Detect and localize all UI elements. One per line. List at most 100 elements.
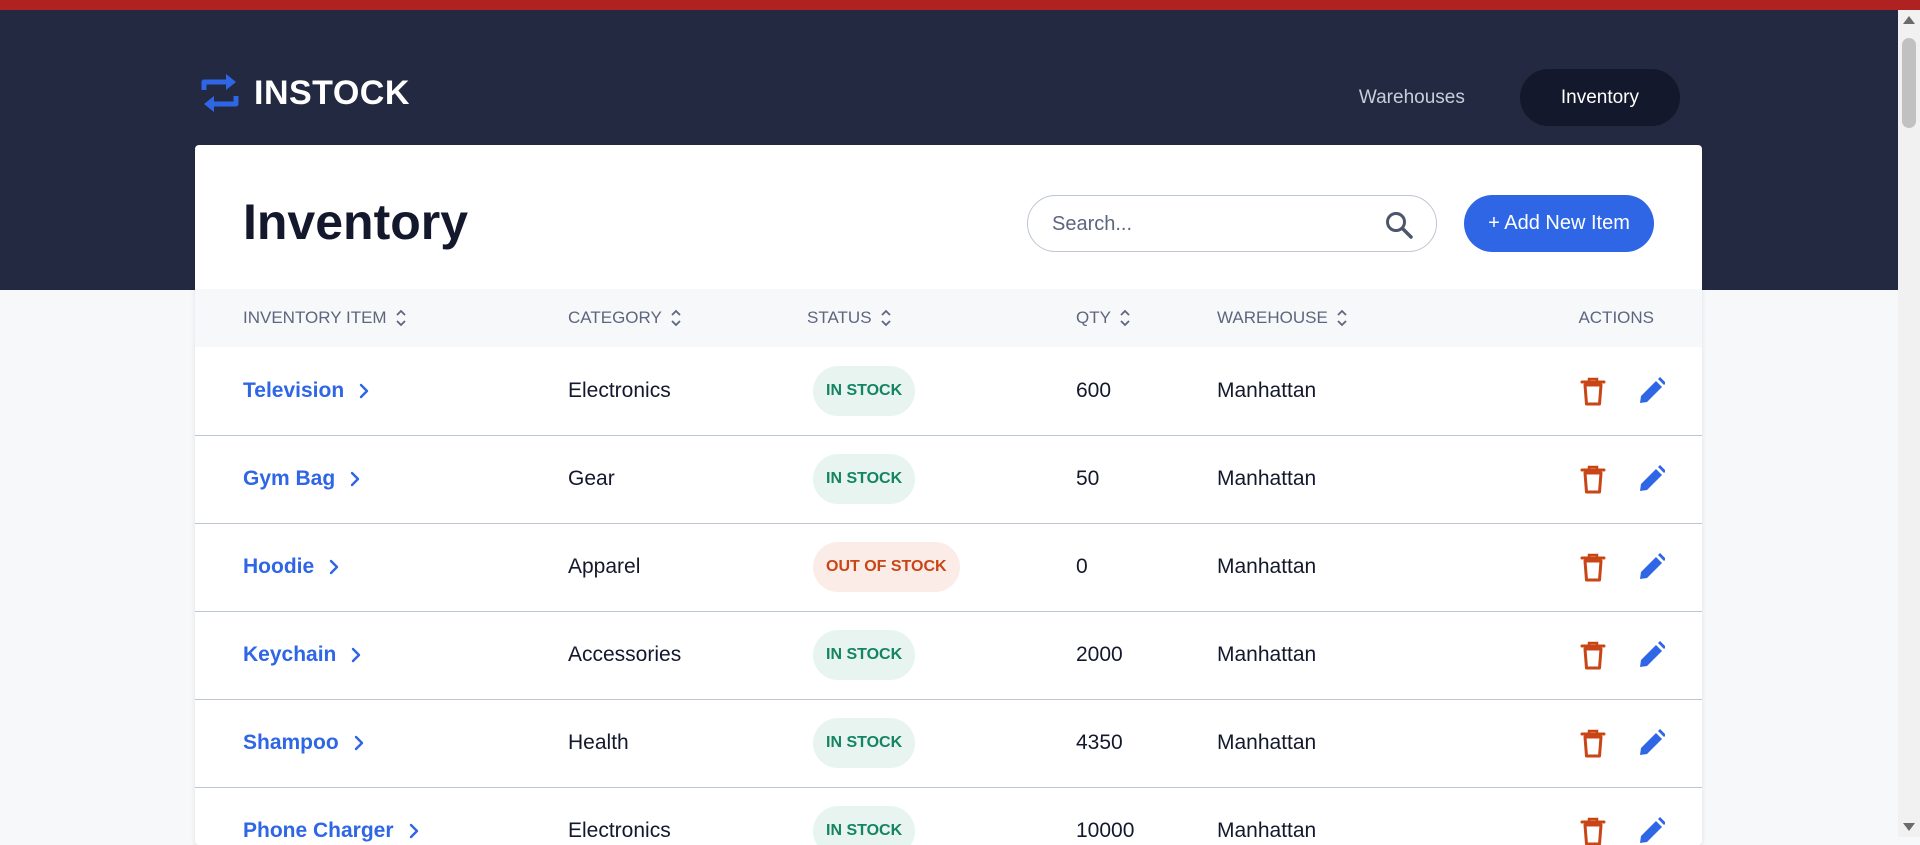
row-actions xyxy=(1579,523,1665,611)
search-input[interactable] xyxy=(1050,196,1374,253)
column-header-category[interactable]: CATEGORY xyxy=(568,289,682,347)
item-link[interactable]: Hoodie xyxy=(243,523,342,611)
sort-icon[interactable] xyxy=(880,309,892,327)
delete-icon[interactable] xyxy=(1579,552,1607,582)
row-actions xyxy=(1579,699,1665,787)
scroll-thumb[interactable] xyxy=(1902,38,1916,128)
chevron-right-icon xyxy=(354,735,363,751)
inventory-card: Inventory + Add New Item INVENTORY ITEM … xyxy=(195,145,1702,845)
item-category: Health xyxy=(568,731,629,754)
item-name: Phone Charger xyxy=(243,819,394,842)
status-cell: IN STOCK xyxy=(807,699,916,787)
item-qty: 600 xyxy=(1076,379,1112,402)
status-cell: IN STOCK xyxy=(807,611,916,699)
delete-icon[interactable] xyxy=(1579,376,1607,406)
item-warehouse: Manhattan xyxy=(1217,555,1317,578)
status-badge: IN STOCK xyxy=(813,718,916,768)
item-link[interactable]: Television xyxy=(243,347,372,435)
column-header-actions: ACTIONS xyxy=(1578,289,1654,347)
table-row: Phone Charger Electronics IN STOCK 10000 Man… xyxy=(195,787,1702,845)
page-title: Inventory xyxy=(243,194,469,250)
item-link[interactable]: Shampoo xyxy=(243,699,367,787)
status-cell: IN STOCK xyxy=(807,787,916,845)
add-new-item-button[interactable]: + Add New Item xyxy=(1464,195,1654,252)
item-category: Electronics xyxy=(568,379,671,402)
row-actions xyxy=(1579,787,1665,845)
column-header-inventory-item[interactable]: INVENTORY ITEM xyxy=(243,289,407,347)
column-header-qty[interactable]: QTY xyxy=(1076,289,1131,347)
table-row: Hoodie Apparel OUT OF STOCK 0 Manhattan xyxy=(195,523,1702,612)
row-actions xyxy=(1579,435,1665,523)
column-label: ACTIONS xyxy=(1578,308,1654,327)
delete-icon[interactable] xyxy=(1579,728,1607,758)
main-nav: Warehouses Inventory xyxy=(1318,69,1680,126)
edit-icon[interactable] xyxy=(1637,816,1665,845)
search-icon[interactable] xyxy=(1384,210,1414,240)
item-name: Keychain xyxy=(243,643,337,666)
status-badge: IN STOCK xyxy=(813,630,916,680)
item-qty: 0 xyxy=(1076,555,1088,578)
delete-icon[interactable] xyxy=(1579,640,1607,670)
scroll-down-arrow-icon[interactable] xyxy=(1903,823,1915,831)
delete-icon[interactable] xyxy=(1579,464,1607,494)
item-category: Gear xyxy=(568,467,615,490)
sort-icon[interactable] xyxy=(395,309,407,327)
logo[interactable]: INSTOCK xyxy=(200,72,410,114)
item-warehouse: Manhattan xyxy=(1217,731,1317,754)
status-badge: IN STOCK xyxy=(813,806,916,845)
table-header: INVENTORY ITEM CATEGORY STATUS QTY WAREH… xyxy=(195,289,1702,347)
browser-top-strip xyxy=(0,0,1920,10)
item-qty: 4350 xyxy=(1076,731,1123,754)
chevron-right-icon xyxy=(359,383,369,399)
item-name: Television xyxy=(243,379,345,402)
chevron-right-icon xyxy=(351,471,360,487)
column-header-status[interactable]: STATUS xyxy=(807,289,892,347)
column-label: WAREHOUSE xyxy=(1217,308,1328,327)
sort-icon[interactable] xyxy=(1119,309,1131,327)
swap-arrows-icon xyxy=(201,74,239,112)
page-scrollbar[interactable] xyxy=(1898,10,1920,837)
column-label: INVENTORY ITEM xyxy=(243,308,387,327)
edit-icon[interactable] xyxy=(1637,376,1665,406)
item-qty: 50 xyxy=(1076,467,1100,490)
item-warehouse: Manhattan xyxy=(1217,819,1317,842)
edit-icon[interactable] xyxy=(1637,464,1665,494)
column-label: CATEGORY xyxy=(568,308,662,327)
search-box xyxy=(1027,195,1437,253)
item-qty: 2000 xyxy=(1076,643,1123,666)
item-category: Apparel xyxy=(568,555,641,578)
column-header-warehouse[interactable]: WAREHOUSE xyxy=(1217,289,1348,347)
status-cell: IN STOCK xyxy=(807,347,916,435)
item-qty: 10000 xyxy=(1076,819,1135,842)
edit-icon[interactable] xyxy=(1637,640,1665,670)
nav-warehouses[interactable]: Warehouses xyxy=(1318,69,1506,126)
status-badge: IN STOCK xyxy=(813,454,916,504)
status-badge: OUT OF STOCK xyxy=(813,542,960,592)
sort-icon[interactable] xyxy=(1336,309,1348,327)
scroll-up-arrow-icon[interactable] xyxy=(1903,16,1915,24)
table-row: Shampoo Health IN STOCK 4350 Manhattan xyxy=(195,699,1702,788)
sort-icon[interactable] xyxy=(670,309,682,327)
column-label: QTY xyxy=(1076,308,1111,327)
item-category: Accessories xyxy=(568,643,682,666)
table-row: Keychain Accessories IN STOCK 2000 Manhattan xyxy=(195,611,1702,700)
item-warehouse: Manhattan xyxy=(1217,643,1317,666)
item-link[interactable]: Gym Bag xyxy=(243,435,363,523)
item-link[interactable]: Phone Charger xyxy=(243,787,422,845)
nav-inventory[interactable]: Inventory xyxy=(1519,69,1680,126)
item-warehouse: Manhattan xyxy=(1217,379,1317,402)
delete-icon[interactable] xyxy=(1579,816,1607,845)
item-link[interactable]: Keychain xyxy=(243,611,364,699)
chevron-right-icon xyxy=(329,559,339,575)
edit-icon[interactable] xyxy=(1637,728,1665,758)
row-actions xyxy=(1579,611,1665,699)
status-cell: OUT OF STOCK xyxy=(807,523,960,611)
edit-icon[interactable] xyxy=(1637,552,1665,582)
row-actions xyxy=(1579,347,1665,435)
status-cell: IN STOCK xyxy=(807,435,916,523)
item-warehouse: Manhattan xyxy=(1217,467,1317,490)
column-label: STATUS xyxy=(807,308,872,327)
chevron-right-icon xyxy=(352,647,361,663)
item-name: Shampoo xyxy=(243,731,339,754)
item-category: Electronics xyxy=(568,819,671,842)
